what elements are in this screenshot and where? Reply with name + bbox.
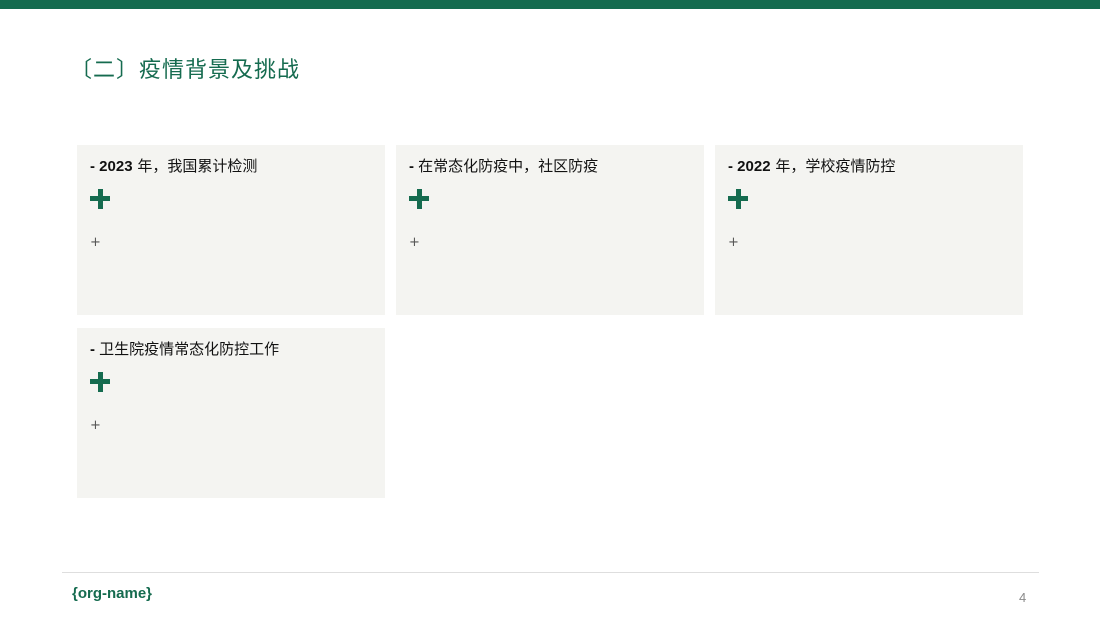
card-title: - 2022 年，学校疫情防控 bbox=[728, 155, 895, 176]
card-prefix: - bbox=[728, 158, 738, 175]
card-year: 2022 bbox=[737, 158, 771, 175]
card-prefix: - bbox=[409, 158, 419, 175]
card-title: - 2023 年，我国累计检测 bbox=[90, 155, 257, 176]
info-card-3: - 2022 年，学校疫情防控 + bbox=[715, 145, 1023, 315]
card-text: 年，学校疫情防控 bbox=[770, 157, 896, 175]
footer-divider bbox=[62, 572, 1039, 573]
org-name: {org-name} bbox=[72, 585, 153, 602]
card-year: 2023 bbox=[99, 158, 133, 175]
top-accent-bar bbox=[0, 0, 1100, 9]
card-title: - 卫生院疫情常态化防控工作 bbox=[90, 338, 279, 359]
plus-icon bbox=[409, 189, 429, 209]
page-title: 〔二〕疫情背景及挑战 bbox=[70, 58, 301, 83]
card-text: 卫生院疫情常态化防控工作 bbox=[99, 340, 280, 358]
plus-small-text: + bbox=[728, 235, 739, 250]
plus-icon bbox=[90, 372, 110, 392]
card-prefix: - bbox=[90, 341, 100, 358]
card-text: 年，我国累计检测 bbox=[132, 157, 258, 175]
page-number: 4 bbox=[1019, 590, 1027, 605]
info-card-4: - 卫生院疫情常态化防控工作 + bbox=[77, 328, 385, 498]
card-text: 在常态化防疫中，社区防疫 bbox=[418, 157, 599, 175]
card-title: - 在常态化防疫中，社区防疫 bbox=[409, 155, 598, 176]
info-card-2: - 在常态化防疫中，社区防疫 + bbox=[396, 145, 704, 315]
info-card-1: - 2023 年，我国累计检测 + bbox=[77, 145, 385, 315]
plus-small-text: + bbox=[90, 418, 101, 433]
plus-small-text: + bbox=[409, 235, 420, 250]
plus-icon bbox=[728, 189, 748, 209]
card-prefix: - bbox=[90, 158, 100, 175]
plus-small-text: + bbox=[90, 235, 101, 250]
plus-icon bbox=[90, 189, 110, 209]
